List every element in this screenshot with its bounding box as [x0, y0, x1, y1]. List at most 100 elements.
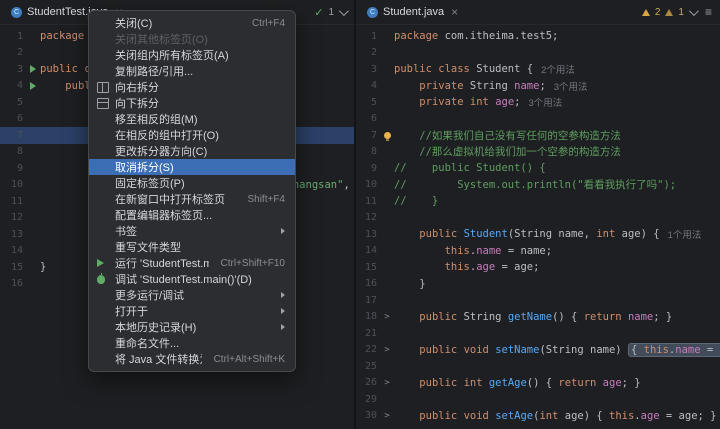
code-line[interactable]: 11 // }	[356, 193, 720, 210]
usages-inlay-hint[interactable]: 2个用法	[541, 62, 575, 76]
menu-item[interactable]: 更多运行/调试	[89, 287, 295, 303]
code-text: //那么虚拟机给我们加一个空参的构造方法	[394, 144, 621, 159]
code-line[interactable]: 4 private String name; 3个用法	[356, 78, 720, 95]
code-token: this	[609, 409, 635, 422]
menu-item[interactable]: 移至相反的组(M)	[89, 111, 295, 127]
line-number: 22	[364, 344, 377, 356]
code-line[interactable]: 5 private int age; 3个用法	[356, 94, 720, 111]
menu-item[interactable]: 向右拆分	[89, 79, 295, 95]
menu-item: 关闭其他标签页(O)	[89, 31, 295, 47]
menu-item-label: 关闭组内所有标签页(A)	[115, 50, 229, 62]
usages-inlay-hint[interactable]: 3个用法	[528, 95, 562, 109]
menu-item[interactable]: 运行 'StudentTest.main()'(U) Ctrl+Shift+F10	[89, 255, 295, 271]
menu-item[interactable]: 在相反的组中打开(O)	[89, 127, 295, 143]
menu-item[interactable]: 更改拆分器方向(C)	[89, 143, 295, 159]
code-line[interactable]: 13 public Student (String name, int age) …	[356, 226, 720, 243]
warning-count: 2	[654, 6, 661, 18]
usages-inlay-hint[interactable]: 1个用法	[668, 227, 702, 241]
menu-item[interactable]: 关闭组内所有标签页(A)	[89, 47, 295, 63]
code-line[interactable]: 21	[356, 325, 720, 342]
code-line[interactable]: 18 > public String getName() { return nam…	[356, 309, 720, 326]
code-line[interactable]: 2	[356, 45, 720, 62]
line-number: 3	[370, 63, 377, 75]
run-icon[interactable]	[30, 65, 36, 74]
menu-item[interactable]: 书签	[89, 223, 295, 239]
code-line[interactable]: 26 > public int getAge() { return age; }	[356, 375, 720, 392]
tab-close-icon[interactable]: ×	[451, 6, 458, 18]
menu-item-label: 书签	[115, 226, 137, 238]
code-token: = age; }	[659, 409, 717, 422]
left-inspection-widget[interactable]: ✓ 1	[314, 5, 349, 19]
menu-item[interactable]: 打开于	[89, 303, 295, 319]
editor-tab-student[interactable]: C Student.java ×	[362, 1, 463, 24]
code-line[interactable]: 25	[356, 358, 720, 375]
chevron-down-icon	[338, 5, 349, 16]
line-number: 4	[370, 80, 377, 92]
menu-item[interactable]: 在新窗口中打开标签页 Shift+F4	[89, 191, 295, 207]
menu-item[interactable]: 将 Java 文件转换为 Kotlin 文件 Ctrl+Alt+Shift+K	[89, 351, 295, 367]
code-token: = name; }	[706, 343, 720, 356]
code-token: public	[40, 63, 78, 76]
code-line[interactable]: 9 // public Student() {	[356, 160, 720, 177]
menu-item[interactable]: 关闭(C) Ctrl+F4	[89, 15, 295, 31]
menu-item[interactable]: 本地历史记录(H)	[89, 319, 295, 335]
menu-item[interactable]: 重命名文件...	[89, 335, 295, 351]
code-line[interactable]: 6	[356, 111, 720, 128]
code-token: return	[583, 310, 622, 323]
code-line[interactable]: 29	[356, 391, 720, 408]
line-number: 13	[10, 228, 23, 240]
line-number: 30	[364, 410, 377, 422]
fold-chevron-icon[interactable]: >	[384, 411, 389, 421]
code-text: package com.itheima.test5;	[394, 30, 558, 42]
code-token: ,	[343, 178, 350, 191]
run-icon[interactable]	[30, 81, 36, 90]
menu-item[interactable]: 复制路径/引用...	[89, 63, 295, 79]
line-number: 14	[364, 245, 377, 257]
code-line[interactable]: 3 public class Student {2个用法	[356, 61, 720, 78]
code-line[interactable]: 15 this. age = age;	[356, 259, 720, 276]
menu-item[interactable]: 重写文件类型	[89, 239, 295, 255]
code-line[interactable]: 30 > public void setAge(int age) { this. a…	[356, 408, 720, 425]
fold-chevron-icon[interactable]: >	[384, 312, 389, 322]
fold-chevron-icon[interactable]: >	[384, 378, 389, 388]
menu-item[interactable]: 调试 'StudentTest.main()'(D)	[89, 271, 295, 287]
fold-chevron-icon[interactable]: >	[384, 345, 389, 355]
code-token: setName	[495, 343, 540, 356]
folded-code-region[interactable]: { this.name = name; }	[627, 342, 720, 357]
code-line[interactable]: 16 }	[356, 276, 720, 293]
code-text: public Student (String name, int age) {1个…	[394, 227, 701, 241]
code-line[interactable]: 12	[356, 210, 720, 227]
menu-item[interactable]: 固定标签页(P)	[89, 175, 295, 191]
run-icon	[97, 259, 104, 267]
code-line[interactable]: 17	[356, 292, 720, 309]
code-text: }	[394, 278, 425, 290]
right-inspection-widget[interactable]: 2 1 ≡	[641, 5, 714, 19]
usages-inlay-hint[interactable]: 3个用法	[554, 79, 588, 93]
menu-item-icon	[97, 97, 115, 109]
code-token: {	[630, 343, 644, 356]
editor-menu-icon[interactable]: ≡	[705, 5, 712, 19]
menu-item[interactable]: 配置编辑器标签页...	[89, 207, 295, 223]
menu-item[interactable]: 取消拆分(S)	[89, 159, 295, 175]
code-token: String	[463, 79, 515, 92]
intention-bulb-icon[interactable]	[383, 131, 391, 141]
split-down-icon	[97, 97, 109, 109]
line-number: 8	[370, 146, 377, 158]
code-line[interactable]: 10 // System.out.println("看看我执行了吗");	[356, 177, 720, 194]
code-line[interactable]: 1 package com.itheima.test5;	[356, 28, 720, 45]
submenu-arrow-icon	[281, 228, 285, 234]
code-token: }	[40, 261, 47, 274]
code-line[interactable]: 8 //那么虚拟机给我们加一个空参的构造方法	[356, 144, 720, 161]
right-code-editor[interactable]: 1 package com.itheima.test5; 2 3 public clas…	[356, 25, 720, 429]
code-line[interactable]: 14 this. name = name;	[356, 243, 720, 260]
menu-item[interactable]: 向下拆分	[89, 95, 295, 111]
code-token: age	[602, 376, 622, 389]
line-number: 1	[16, 30, 23, 42]
code-token: () {	[526, 376, 559, 389]
line-number: 10	[10, 179, 23, 191]
code-line[interactable]: 7 //如果我们自己没有写任何的空参构造方法	[356, 127, 720, 144]
code-line[interactable]: 22 > public void setName (String name) { t…	[356, 342, 720, 359]
code-text: public void setName (String name) { this.…	[394, 342, 720, 357]
